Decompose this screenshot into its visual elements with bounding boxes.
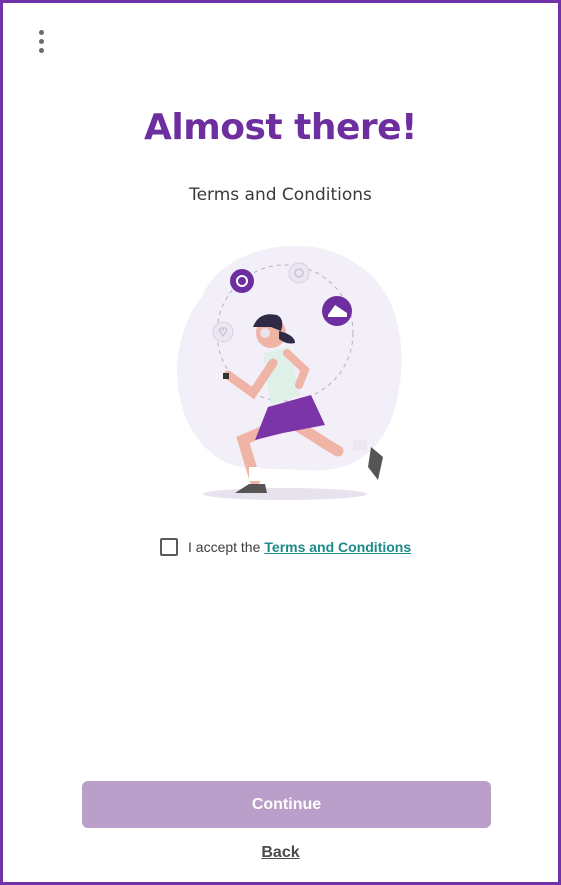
page-title: Almost there! — [144, 107, 417, 148]
app-window: Almost there! Terms and Conditions I acc… — [0, 0, 561, 885]
chart-icon — [288, 262, 310, 284]
shoe-icon — [322, 296, 352, 326]
page-subtitle: Terms and Conditions — [189, 185, 372, 205]
more-options-icon[interactable] — [29, 27, 53, 55]
menu-dot — [38, 29, 44, 35]
runner-illustration — [177, 245, 402, 500]
menu-dot — [38, 47, 44, 53]
consent-prefix: I accept the — [188, 539, 261, 555]
terms-checkbox[interactable] — [160, 538, 178, 556]
terms-link[interactable]: Terms and Conditions — [264, 539, 411, 555]
music-icon — [230, 269, 254, 293]
heart-icon — [212, 321, 234, 343]
ground-shadow — [203, 488, 367, 500]
continue-button[interactable]: Continue — [82, 781, 491, 828]
menu-dot — [38, 38, 44, 44]
back-link[interactable]: Back — [3, 844, 558, 862]
terms-consent-row: I accept the Terms and Conditions — [160, 538, 411, 556]
